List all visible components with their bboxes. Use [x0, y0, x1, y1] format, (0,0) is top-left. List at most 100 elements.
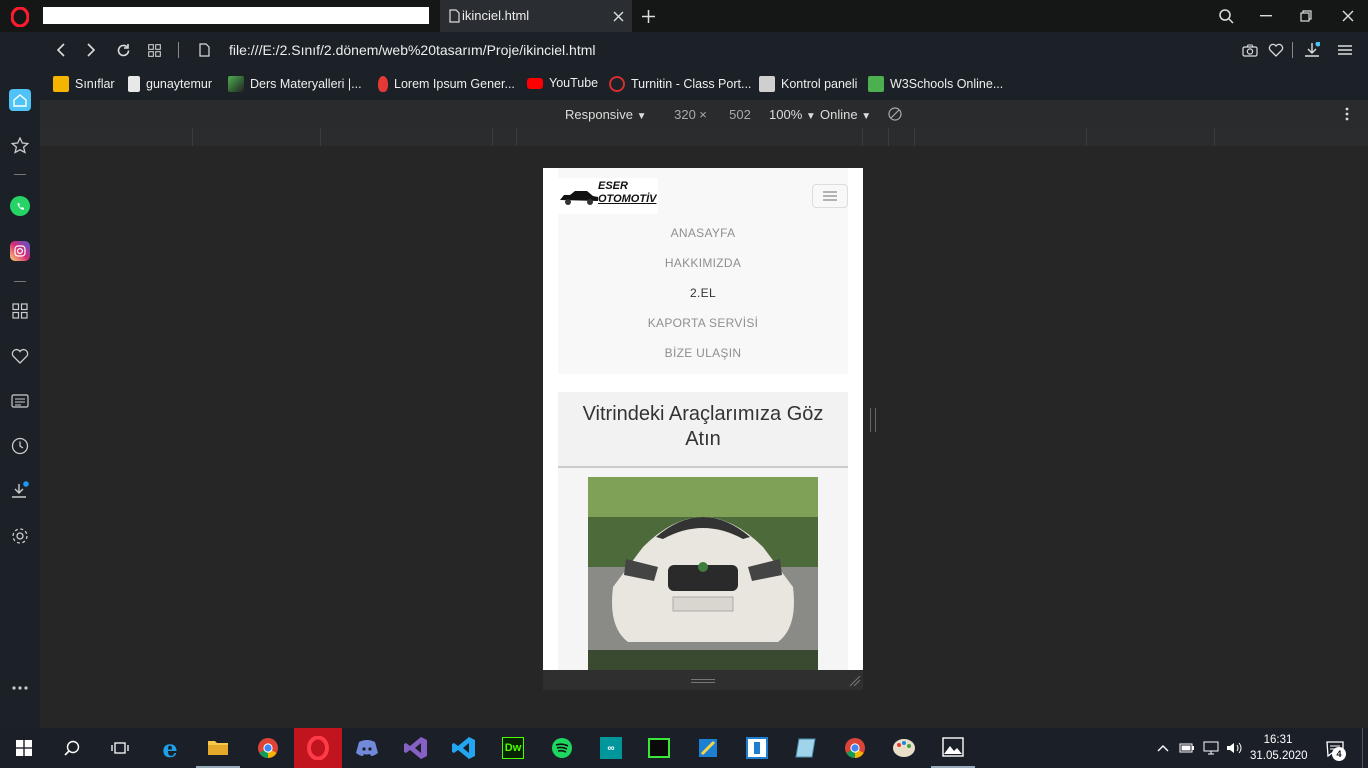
tab-search-field[interactable]: [43, 7, 429, 24]
new-tab-icon[interactable]: [638, 6, 658, 26]
nav-kaporta-servisi[interactable]: KAPORTA SERVİSİ: [558, 308, 848, 338]
paint-icon[interactable]: [882, 728, 926, 768]
ruler-divider: [516, 128, 517, 146]
speed-dial-icon[interactable]: [146, 42, 162, 58]
personal-news-icon[interactable]: [0, 387, 40, 415]
settings-icon[interactable]: [0, 522, 40, 550]
close-tab-icon[interactable]: [610, 8, 626, 24]
control-panel-icon: [759, 76, 775, 92]
showcase-heading: Vitrindeki Araçlarımıza Göz Atın: [582, 403, 824, 450]
search-icon[interactable]: [50, 728, 94, 768]
device-frame[interactable]: ESER OTOMOTİV ANASAYFA HAKKIMIZDA 2.EL K…: [543, 168, 863, 670]
menu-icon[interactable]: [1336, 41, 1354, 59]
file-explorer-icon[interactable]: [196, 728, 240, 768]
instagram-icon[interactable]: [0, 237, 40, 265]
bookmark-label: Kontrol paneli: [781, 77, 858, 91]
opera-logo-icon[interactable]: [8, 6, 32, 28]
opera-taskbar-icon[interactable]: [294, 728, 342, 768]
history-icon[interactable]: [0, 432, 40, 460]
heart-icon[interactable]: [1267, 42, 1285, 58]
car-photo-2[interactable]: [588, 650, 818, 670]
bookmark-ders-materyalleri[interactable]: Ders Materyalleri |...: [228, 76, 362, 92]
ruler-divider: [192, 128, 193, 146]
bookmark-kontrol-paneli[interactable]: Kontrol paneli: [759, 76, 857, 92]
chevron-up-icon[interactable]: [1155, 740, 1171, 756]
notifications-icon[interactable]: 4: [1323, 738, 1347, 761]
zoom-select[interactable]: 100% ▼: [769, 107, 816, 122]
nav-hakkimizda[interactable]: HAKKIMIZDA: [558, 248, 848, 278]
resize-bar-bottom[interactable]: [543, 670, 863, 690]
more-icon[interactable]: [0, 674, 40, 702]
whatsapp-icon[interactable]: [0, 192, 40, 220]
chevron-down-icon: ▼: [805, 111, 816, 122]
device-mode-select[interactable]: Responsive ▼: [565, 107, 646, 122]
discord-icon[interactable]: [345, 728, 389, 768]
volume-icon[interactable]: [1225, 740, 1243, 756]
arduino-icon[interactable]: ∞: [589, 728, 633, 768]
show-desktop-button[interactable]: [1362, 728, 1363, 768]
visual-studio-icon[interactable]: [394, 728, 438, 768]
chevron-down-icon: ▼: [636, 111, 647, 122]
nav-bize-ulasin[interactable]: BİZE ULAŞIN: [558, 338, 848, 368]
notes-app-icon[interactable]: [784, 728, 828, 768]
logo-text: ESER OTOMOTİV: [598, 180, 656, 206]
terminal-app-icon[interactable]: [637, 728, 681, 768]
clock[interactable]: 16:31 31.05.2020: [1250, 732, 1308, 764]
chevron-down-icon: ▼: [861, 111, 872, 122]
photos-icon[interactable]: [931, 728, 975, 768]
vscode-icon[interactable]: [442, 728, 486, 768]
windows-start-icon[interactable]: [2, 728, 46, 768]
internet-explorer-icon[interactable]: e: [148, 728, 192, 768]
ruler-divider: [888, 128, 889, 146]
rotate-icon[interactable]: [887, 106, 903, 122]
site-logo[interactable]: ESER OTOMOTİV: [558, 178, 658, 214]
battery-icon[interactable]: [1178, 740, 1196, 756]
logo-line2: OTOMOTİV: [598, 193, 657, 205]
camera-icon[interactable]: [1241, 42, 1259, 58]
network-select[interactable]: Online ▼: [820, 107, 871, 122]
restore-icon[interactable]: [1296, 6, 1316, 26]
bookmark-turnitin[interactable]: Turnitin - Class Port...: [609, 76, 751, 92]
url-field[interactable]: file:///E:/2.Sınıf/2.dönem/web%20tasarım…: [229, 42, 596, 58]
notification-count-badge: 4: [1332, 747, 1346, 761]
turnitin-icon: [609, 76, 625, 92]
media-query-ruler[interactable]: [40, 128, 1368, 146]
navbar-toggle-button[interactable]: [812, 184, 848, 208]
network-icon[interactable]: [1202, 740, 1220, 756]
bookmark-siniflar[interactable]: Sınıflar: [53, 76, 115, 92]
minimize-icon[interactable]: [1256, 6, 1276, 26]
reload-icon[interactable]: [115, 42, 131, 58]
resize-handle-right[interactable]: [870, 408, 876, 432]
height-input[interactable]: 502: [715, 107, 765, 122]
chrome-icon[interactable]: [246, 728, 290, 768]
downloads-icon[interactable]: [0, 476, 40, 504]
car-photo[interactable]: [588, 477, 818, 650]
more-options-icon[interactable]: [1339, 106, 1355, 122]
search-tabs-icon[interactable]: [1216, 6, 1236, 26]
dreamweaver-icon[interactable]: Dw: [491, 728, 535, 768]
back-icon[interactable]: [52, 42, 68, 58]
spotify-icon[interactable]: [540, 728, 584, 768]
resize-corner-icon[interactable]: [849, 675, 861, 687]
bookmark-lorem-ipsum[interactable]: Lorem Ipsum Gener...: [378, 76, 515, 92]
close-window-icon[interactable]: [1338, 6, 1358, 26]
nav-2el-active[interactable]: 2.EL: [558, 278, 848, 308]
tab-ikinciel[interactable]: ikinciel.html: [440, 0, 632, 32]
page-icon: [447, 8, 461, 24]
bookmark-w3schools[interactable]: W3Schools Online...: [868, 76, 1003, 92]
download-icon[interactable]: [1303, 41, 1321, 59]
divider: [178, 42, 179, 58]
news-icon[interactable]: [0, 131, 40, 159]
bookmark-youtube[interactable]: YouTube: [527, 76, 598, 90]
bookmark-gunaytemur[interactable]: gunaytemur: [128, 76, 212, 92]
bookmark-label: W3Schools Online...: [890, 77, 1004, 91]
bracket-app-icon[interactable]: [735, 728, 779, 768]
tool-app-icon[interactable]: [686, 728, 730, 768]
chrome-icon-2[interactable]: [833, 728, 877, 768]
nav-anasayfa[interactable]: ANASAYFA: [558, 218, 848, 248]
bookmarks-heart-icon[interactable]: [0, 342, 40, 370]
forward-icon[interactable]: [83, 42, 99, 58]
workspaces-icon[interactable]: [0, 297, 40, 325]
speed-dial-home-icon[interactable]: [0, 86, 40, 114]
task-view-icon[interactable]: [98, 728, 142, 768]
